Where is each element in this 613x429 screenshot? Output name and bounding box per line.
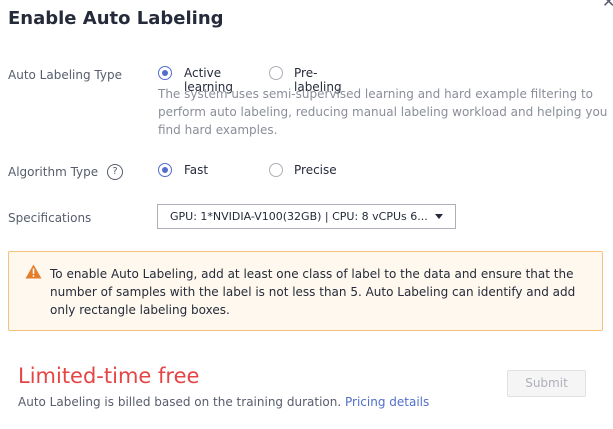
fast-label[interactable]: Fast (184, 163, 208, 177)
promo-text: Limited-time free (18, 364, 200, 388)
active-learning-radio[interactable] (158, 66, 172, 80)
auto-labeling-description: The system uses semi-supervised learning… (158, 87, 608, 137)
dialog-title: Enable Auto Labeling (8, 8, 224, 29)
billing-text: Auto Labeling is billed based on the tra… (18, 395, 342, 409)
pricing-details-link[interactable]: Pricing details (345, 395, 429, 409)
warning-icon (25, 264, 42, 283)
billing-note: Auto Labeling is billed based on the tra… (18, 395, 429, 409)
alert-text: To enable Auto Labeling, add at least on… (50, 267, 576, 317)
specifications-value: GPU: 1*NVIDIA-V100(32GB) | CPU: 8 vCPUs … (170, 210, 428, 223)
specifications-select[interactable]: GPU: 1*NVIDIA-V100(32GB) | CPU: 8 vCPUs … (157, 204, 456, 229)
specifications-label: Specifications (8, 211, 92, 225)
caret-down-icon (435, 214, 443, 219)
submit-button[interactable]: Submit (507, 370, 586, 397)
close-icon[interactable]: ✕ (602, 0, 613, 11)
precise-label[interactable]: Precise (294, 163, 337, 177)
precise-radio[interactable] (269, 163, 283, 177)
pre-labeling-radio[interactable] (269, 66, 283, 80)
auto-labeling-type-label: Auto Labeling Type (8, 68, 122, 82)
question-icon[interactable]: ? (107, 164, 123, 180)
warning-alert: To enable Auto Labeling, add at least on… (8, 251, 603, 331)
fast-radio[interactable] (158, 163, 172, 177)
algorithm-type-label: Algorithm Type (8, 165, 99, 179)
